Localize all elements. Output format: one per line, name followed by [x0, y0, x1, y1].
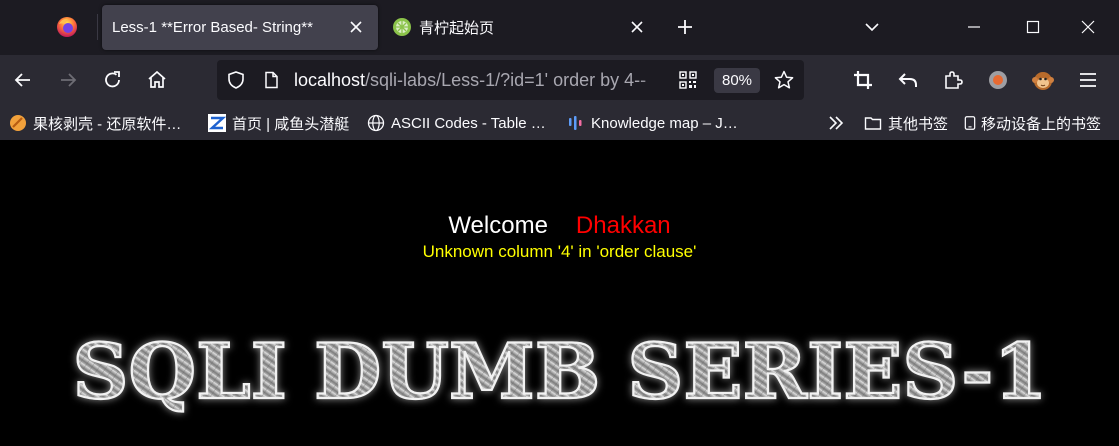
tab-start-page[interactable]: 青柠起始页	[383, 5, 659, 50]
z-logo-icon	[208, 114, 226, 132]
tab-strip: Less-1 **Error Based- String** 青柠起始页	[0, 0, 1119, 55]
close-tab-icon[interactable]	[346, 17, 366, 37]
bookmark-label: Knowledge map – J…	[591, 114, 738, 132]
forward-icon[interactable]	[56, 68, 80, 92]
page-content: Welcome Dhakkan Unknown column '4' in 'or…	[0, 140, 1119, 446]
bookmark-item[interactable]: Knowledge map – J…	[567, 106, 738, 140]
lime-icon	[393, 18, 411, 36]
welcome-text: Welcome	[448, 212, 548, 239]
sql-error-message: Unknown column '4' in 'order clause'	[422, 242, 697, 261]
url-text[interactable]: localhost/sqli-labs/Less-1/?id=1' order …	[294, 70, 672, 91]
shield-icon[interactable]	[226, 70, 246, 90]
banner-text: SQLI DUMB SERIES-1	[73, 327, 1048, 416]
bookmark-item[interactable]: 果核剥壳 - 还原软件…	[9, 106, 181, 140]
zoom-reset-button[interactable]: 80%	[714, 68, 760, 93]
record-extension-icon[interactable]	[986, 68, 1010, 92]
url-path: /sqli-labs/Less-1/?id=1' order by 4--	[365, 70, 647, 90]
bookmark-item[interactable]: 首页 | 咸鱼头潜艇	[208, 106, 349, 140]
globe-icon	[367, 114, 385, 132]
bookmark-label: 移动设备上的书签	[981, 115, 1102, 133]
firefox-view-icon[interactable]	[56, 16, 78, 38]
maximize-icon[interactable]	[1022, 16, 1044, 38]
crop-icon[interactable]	[851, 68, 875, 92]
tab-title: 青柠起始页	[419, 20, 495, 37]
mobile-icon	[964, 116, 976, 130]
sqli-dumb-series-banner: SQLI DUMB SERIES-1	[71, 326, 1048, 417]
menu-icon[interactable]	[1076, 68, 1100, 92]
bookmark-star-icon[interactable]	[773, 69, 795, 91]
url-bar[interactable]: localhost/sqli-labs/Less-1/?id=1' order …	[217, 60, 804, 100]
back-icon[interactable]	[11, 68, 35, 92]
orange-circle-icon	[10, 115, 26, 131]
page-info-icon[interactable]	[261, 70, 281, 90]
undo-icon[interactable]	[896, 68, 920, 92]
home-icon[interactable]	[145, 68, 169, 92]
chevron-double-right-icon[interactable]	[827, 114, 845, 132]
navigation-toolbar: localhost/sqli-labs/Less-1/?id=1' order …	[0, 55, 1119, 106]
minimize-icon[interactable]	[963, 16, 985, 38]
monkey-extension-icon[interactable]	[1031, 68, 1055, 92]
close-window-icon[interactable]	[1077, 16, 1099, 38]
bookmark-label: 其他书签	[888, 115, 949, 133]
folder-icon	[864, 117, 882, 130]
reload-icon[interactable]	[101, 68, 125, 92]
bookmark-label: 首页 | 咸鱼头潜艇	[232, 115, 350, 133]
bookmark-label: ASCII Codes - Table …	[391, 114, 546, 132]
url-host: localhost	[294, 70, 366, 90]
bookmark-label: 果核剥壳 - 还原软件…	[33, 115, 182, 133]
bookmark-folder-mobile[interactable]: 移动设备上的书签	[963, 106, 1101, 140]
user-name: Dhakkan	[575, 212, 671, 239]
url-fade	[637, 64, 677, 96]
extensions-icon[interactable]	[941, 68, 965, 92]
bookmarks-toolbar: 果核剥壳 - 还原软件… 首页 | 咸鱼头潜艇 ASCII Codes - Ta…	[0, 106, 1119, 140]
bars-logo-icon	[569, 116, 582, 130]
tab-separator	[97, 14, 98, 40]
chevron-down-icon[interactable]	[861, 16, 883, 38]
welcome-line: Welcome Dhakkan	[0, 212, 1119, 240]
bookmark-item[interactable]: ASCII Codes - Table …	[367, 106, 546, 140]
tab-title: Less-1 **Error Based- String**	[112, 19, 313, 36]
new-tab-icon[interactable]	[673, 15, 697, 39]
close-tab-icon[interactable]	[627, 17, 647, 37]
bookmark-folder-other[interactable]: 其他书签	[864, 106, 948, 140]
qr-code-icon[interactable]	[679, 71, 697, 89]
tab-less-1[interactable]: Less-1 **Error Based- String**	[102, 5, 378, 50]
